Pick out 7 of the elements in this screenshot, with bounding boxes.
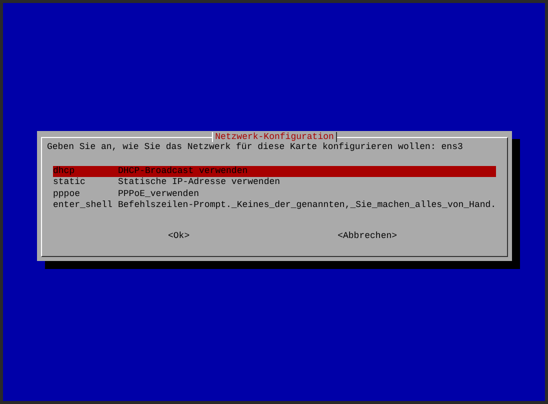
dialog-title: Netzwerk-Konfiguration [212,132,337,142]
ok-button[interactable]: <Ok> [168,231,190,242]
menu-item[interactable]: static Statische IP-Adresse verwenden [53,177,496,189]
menu-item[interactable]: enter_shell Befehlszeilen-Prompt._Keines_der_genannten,_Sie_machen_alles_von_Hand. [53,200,496,212]
prompt-text: Geben Sie an, wie Sie das Netzwerk für diese Karte konfigurieren wollen: ens3 [47,142,464,152]
cancel-button[interactable]: <Abbrechen> [338,231,398,242]
menu-item[interactable]: pppoe PPPoE_verwenden [53,188,496,200]
